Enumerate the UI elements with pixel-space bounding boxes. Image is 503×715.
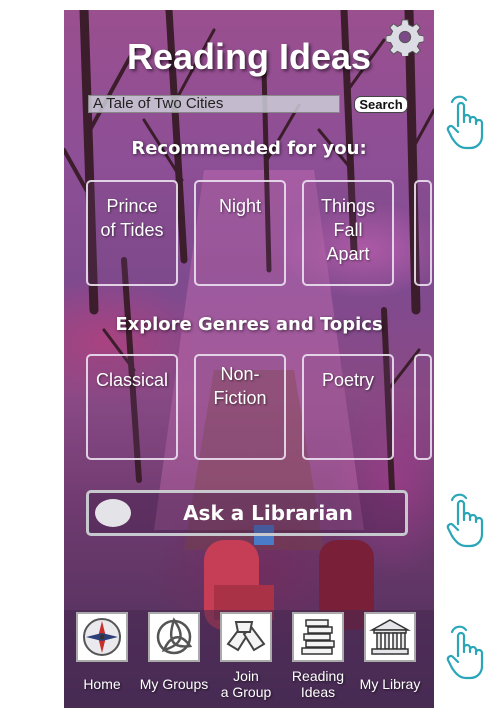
search-input[interactable]: A Tale of Two Cities [88,95,340,113]
settings-gear-icon[interactable] [386,18,424,56]
tap-hand-icon [446,95,484,150]
nav-reading-ideas-label: Reading Ideas [278,668,358,700]
genre-tile-label-line2: Fiction [213,388,267,408]
compass-icon [83,618,121,656]
genre-tile-classical[interactable]: Classical [86,354,178,460]
join-hands-icon [226,621,266,652]
nav-label-line1: My Groups [139,676,209,692]
nav-label-line1: Join [233,668,259,684]
librarian-avatar-circle [95,499,131,527]
nav-reading-ideas-button[interactable] [292,612,344,662]
search-button[interactable]: Search [354,96,408,113]
book-tile-partial[interactable] [414,180,432,286]
genre-tile-label-line1: Classical [95,370,169,390]
book-tile-things-fall-apart[interactable]: Things Fall Apart [302,180,394,286]
book-tile-label-line3: Apart [326,244,370,264]
book-tile-label-line1: Things [320,196,376,216]
nav-my-library-button[interactable] [364,612,416,662]
books-icon [301,619,335,655]
nav-my-library-label: My Libray [350,676,430,692]
book-tile-label-line1: Prince [106,196,158,216]
nav-label-line2: Ideas [300,684,336,700]
ask-librarian-label: Ask a Librarian [183,501,353,525]
nav-my-groups-label: My Groups [134,676,214,692]
nav-label-line1: Reading [291,668,345,684]
nav-join-group-label: Join a Group [206,668,286,700]
book-tile-prince-of-tides[interactable]: Prince of Tides [86,180,178,286]
app-title: Reading Ideas [126,36,372,77]
nav-home-label: Home [64,676,142,692]
nav-join-group-button[interactable] [220,612,272,662]
triquetra-icon [156,617,193,655]
book-tile-label-line1: Night [218,196,262,216]
genre-tile-poetry[interactable]: Poetry [302,354,394,460]
app-screen: Reading Ideas A Tale of Two Cities Searc… [64,10,434,708]
tap-hand-icon [446,625,484,680]
book-tile-night[interactable]: Night [194,180,286,286]
library-building-icon [369,619,411,655]
tap-hand-icon [446,493,484,548]
nav-label-line1: My Libray [359,676,421,692]
genre-tile-non-fiction[interactable]: Non- Fiction [194,354,286,460]
genre-tile-label-line1: Non- [220,364,260,384]
genre-tile-partial[interactable] [414,354,432,460]
nav-my-groups-button[interactable] [148,612,200,662]
genres-heading: Explore Genres and Topics [115,314,383,335]
recommended-heading: Recommended for you: [131,138,367,159]
nav-label-line2: a Group [220,684,272,700]
genre-tile-label-line1: Poetry [321,370,375,390]
ask-librarian-button[interactable]: Ask a Librarian [86,490,408,536]
book-tile-label-line2: Fall [333,220,363,240]
nav-label-line1: Home [83,676,121,692]
book-tile-label-line2: of Tides [100,220,164,240]
nav-home-button[interactable] [76,612,128,662]
